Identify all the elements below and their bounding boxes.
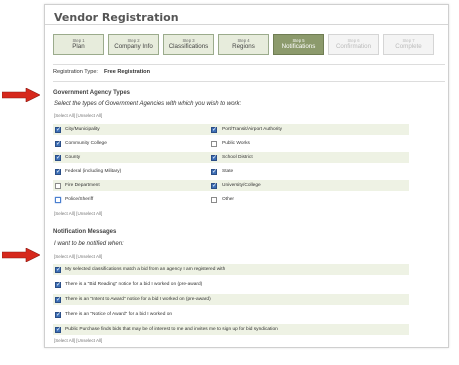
agency-select-links-bottom[interactable]: [Select All] [Unselect All] [54,211,102,216]
registration-type: Registration Type: Free Registration [53,69,443,75]
checkbox-bid-reading[interactable] [55,281,61,289]
checkbox-other[interactable] [211,197,217,203]
step-label: Notifications [281,43,316,50]
checkbox-fire-department[interactable] [55,183,61,189]
agency-label: Federal (including Military) [65,169,122,174]
step-complete: Step 7 Complete [383,34,434,55]
wizard-steps: Step 1 Plan Step 2 Company Info Step 3 C… [53,34,445,58]
checkbox-classification-match[interactable] [55,266,61,274]
checkbox-intent-to-award[interactable] [55,296,61,304]
step-notifications[interactable]: Step 5 Notifications [273,34,324,55]
checkbox-police-sheriff[interactable] [55,197,61,203]
step-label: Plan [72,43,85,50]
notification-label: There is an "Notice of Award" for a bid … [65,312,173,317]
agency-types-prompt: Select the types of Government Agencies … [54,101,242,107]
agency-label: County [65,155,81,160]
agency-label: School District [222,155,253,160]
step-label: Company Info [114,43,153,50]
agency-label: Police/Sheriff [65,197,94,202]
notification-label: Public Purchase finds bids that may be o… [65,327,278,332]
agency-label: Other [222,197,234,202]
step-plan[interactable]: Step 1 Plan [53,34,104,55]
step-label: Classifications [168,43,209,50]
page-title: Vendor Registration [54,11,179,24]
step-company-info[interactable]: Step 2 Company Info [108,34,159,55]
panel-header: Vendor Registration [45,5,448,25]
step-classifications[interactable]: Step 3 Classifications [163,34,214,55]
registration-type-value: Free Registration [103,69,150,75]
checkbox-public-works[interactable] [211,141,217,147]
checkbox-school-district[interactable] [211,154,217,162]
step-label: Regions [232,43,255,50]
step-confirmation: Step 6 Confirmation [328,34,379,55]
checkbox-federal[interactable] [55,168,61,176]
checkbox-state[interactable] [211,168,217,176]
registration-type-label: Registration Type: [53,69,98,75]
step-regions[interactable]: Step 4 Regions [218,34,269,55]
annotation-arrow-agency-types [2,88,40,102]
agency-label: Community College [65,141,107,146]
notification-label: My selected classifications match a bid … [65,267,226,272]
agency-select-links[interactable]: [Select All] [Unselect All] [54,113,102,118]
checkbox-notice-of-award[interactable] [55,311,61,319]
notifications-heading: Notification Messages [53,229,117,235]
divider [53,81,445,82]
agency-label: University/College [222,183,261,188]
vendor-registration-panel: Vendor Registration Step 1 Plan Step 2 C… [44,4,449,348]
notification-label: There is a "Bid Reading" notice for a bi… [65,282,203,287]
notifications-prompt: I want to be notified when: [54,241,124,247]
checkbox-city-municipality[interactable] [55,126,61,134]
notification-select-links-bottom[interactable]: [Select All] [Unselect All] [54,338,102,343]
divider [53,64,445,65]
agency-label: Port/Transit/Airport Authority [222,127,283,132]
checkbox-community-college[interactable] [55,140,61,148]
agency-types-heading: Government Agency Types [53,90,131,96]
checkbox-university-college[interactable] [211,182,217,190]
checkbox-county[interactable] [55,154,61,162]
agency-label: State [222,169,234,174]
checkbox-port-transit-airport[interactable] [211,126,217,134]
agency-label: Fire Department [65,183,100,188]
annotation-arrow-notifications [2,248,40,262]
agency-label: Public Works [222,141,250,146]
notification-label: There is an "Intent to Award" notice for… [65,297,211,302]
notification-select-links[interactable]: [Select All] [Unselect All] [54,254,102,259]
checkbox-bid-syndication[interactable] [55,326,61,334]
step-label: Complete [395,43,422,50]
step-label: Confirmation [335,43,372,50]
agency-label: City/Municipality [65,127,100,132]
